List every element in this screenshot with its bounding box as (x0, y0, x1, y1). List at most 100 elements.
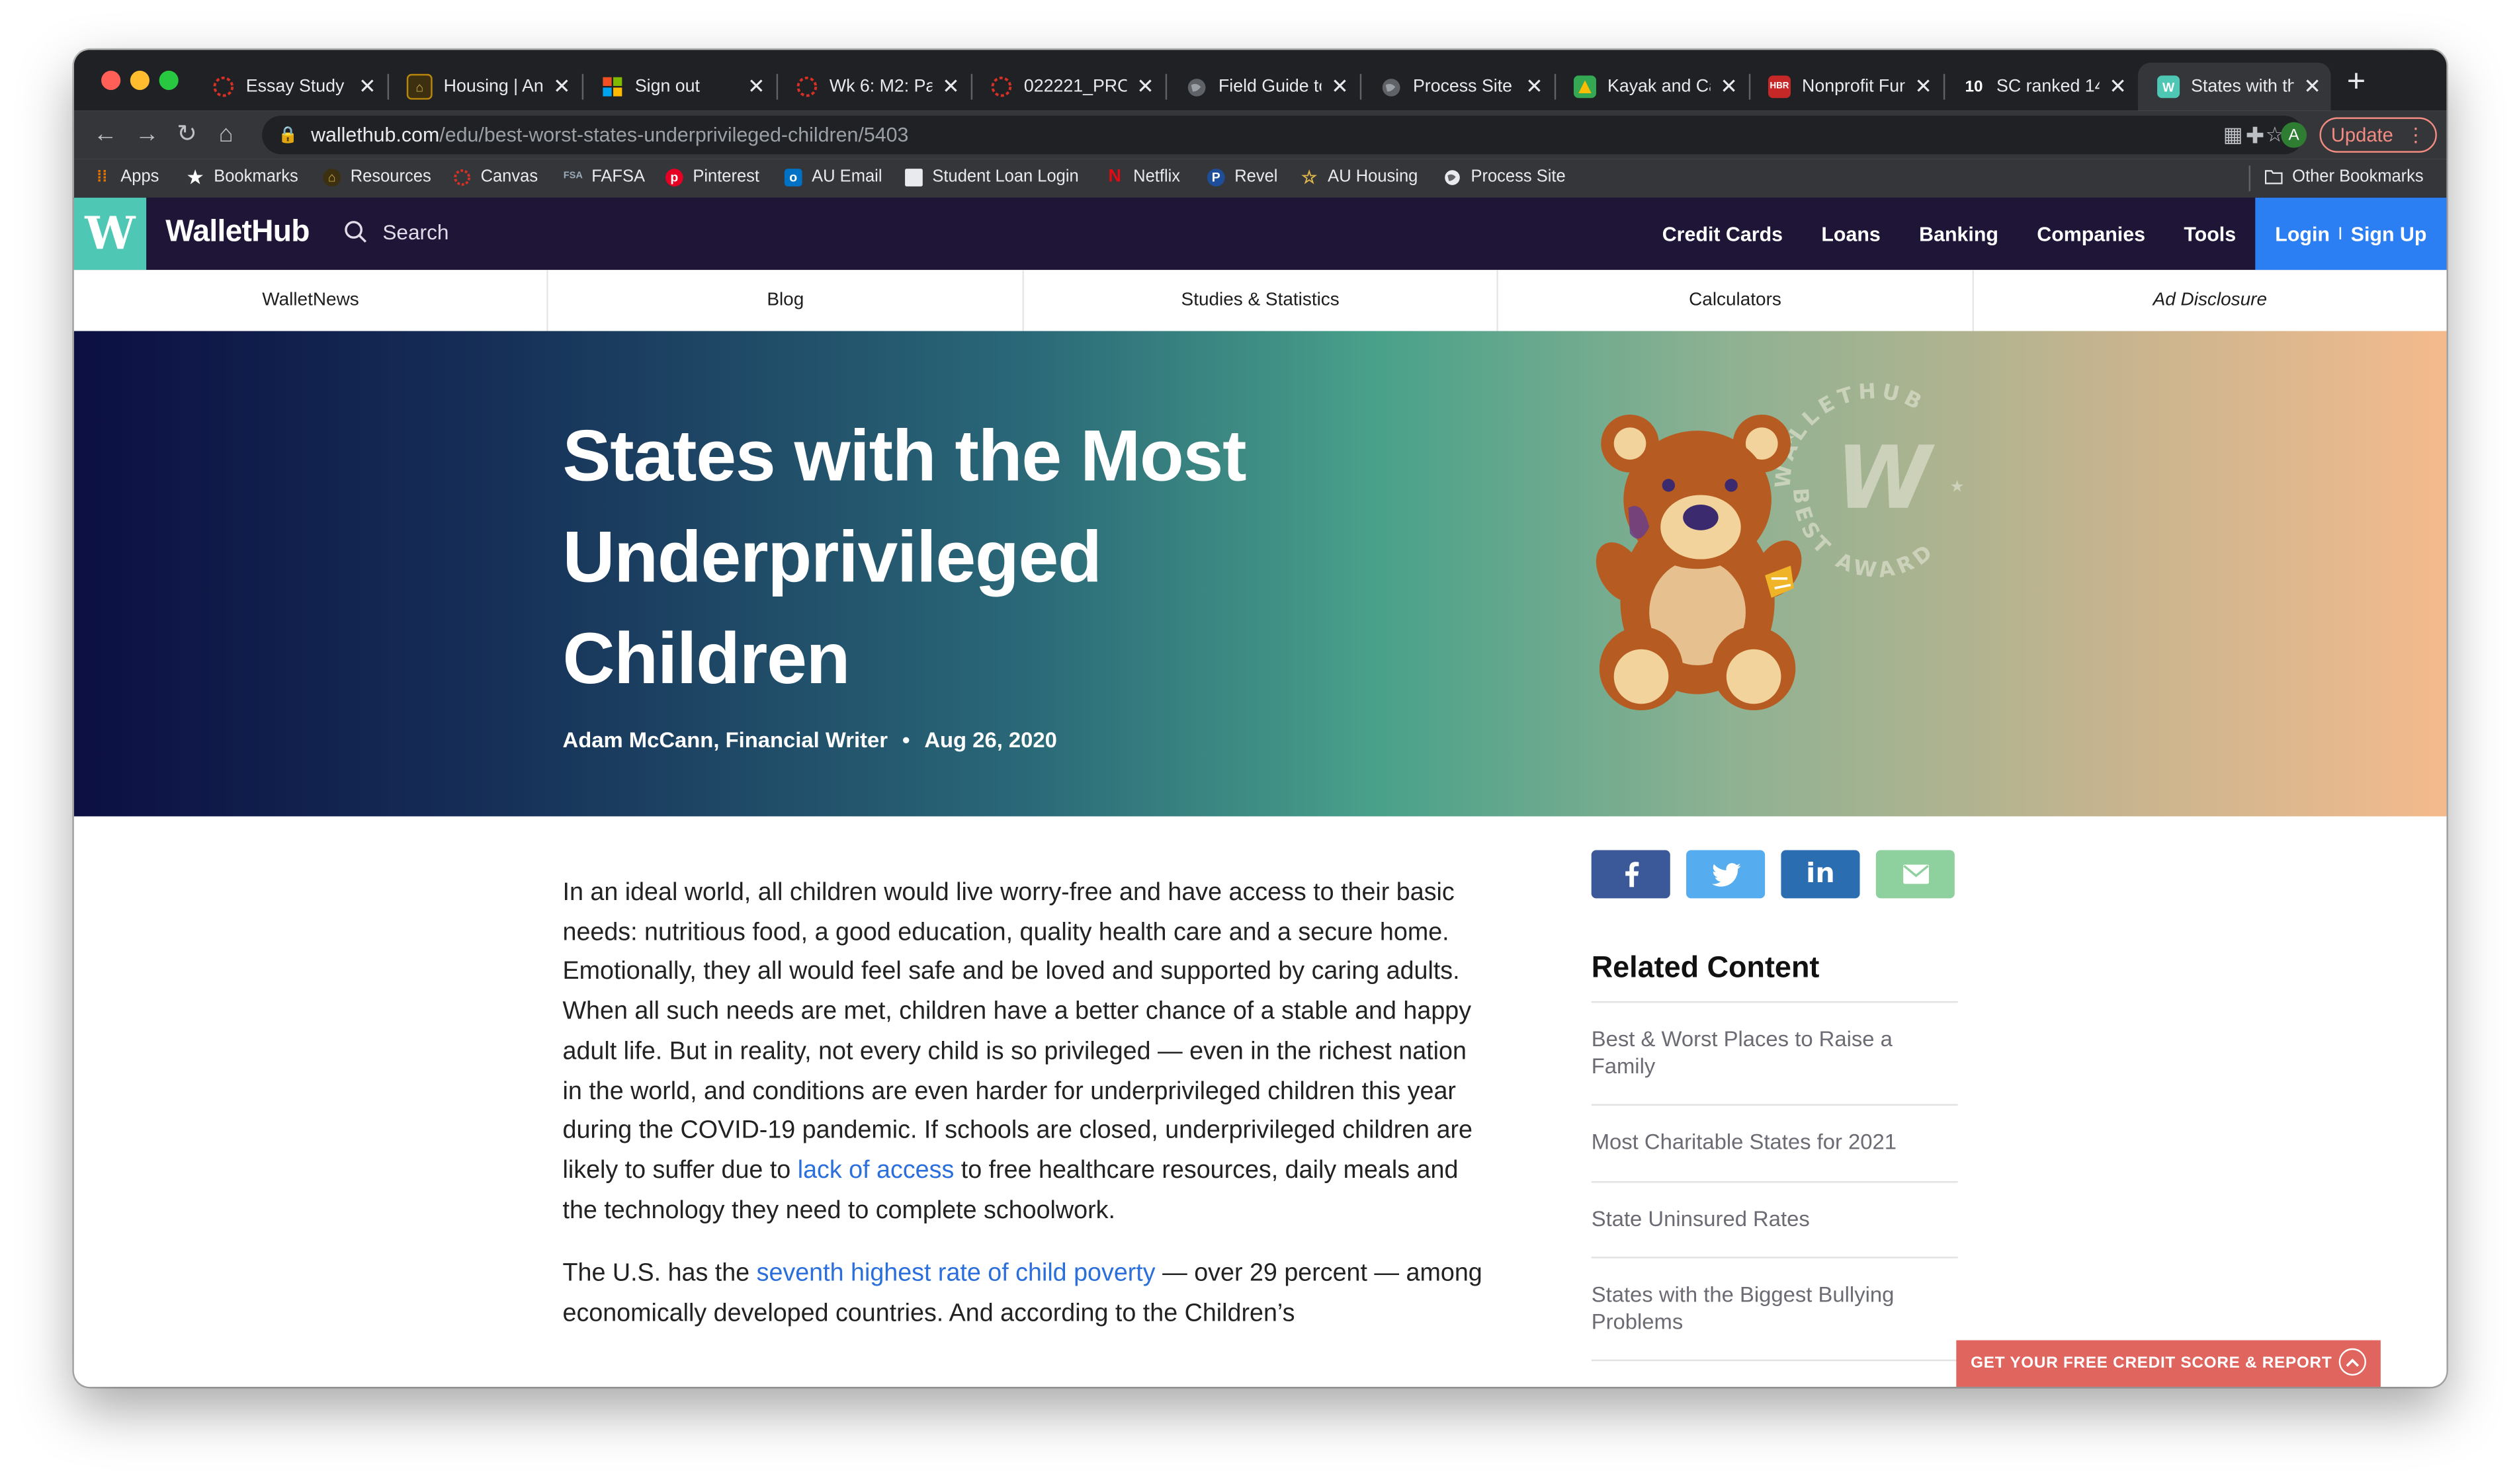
related-content-heading: Related Content (1591, 950, 1820, 984)
close-tab-icon[interactable]: ✕ (1914, 74, 1932, 100)
article-paragraph: In an ideal world, all children would li… (563, 874, 1492, 1231)
paragraph-text: In an ideal world, all children would li… (562, 879, 1473, 1184)
bookmark-apps[interactable]: ⁞⁞ Apps (93, 167, 159, 186)
new-tab-button[interactable]: + (2347, 64, 2366, 101)
close-tab-icon[interactable]: ✕ (359, 74, 376, 100)
nav-banking[interactable]: Banking (1919, 223, 1998, 245)
subnav-studies[interactable]: Studies & Statistics (1023, 270, 1499, 331)
tab-housing[interactable]: ⌂ Housing | Ande ✕ (388, 63, 581, 111)
housing-icon: ⌂ (323, 167, 341, 186)
bookmark-label: AU Email (812, 167, 882, 186)
tab-kayak[interactable]: Kayak and Car ✕ (1555, 63, 1748, 111)
related-item[interactable]: Most Charitable States for 2021 (1591, 1104, 1958, 1180)
close-tab-icon[interactable]: ✕ (747, 74, 765, 100)
profile-avatar[interactable]: A (2281, 122, 2307, 148)
close-tab-icon[interactable]: ✕ (1720, 74, 1738, 100)
close-tab-icon[interactable]: ✕ (2303, 74, 2321, 100)
subnav-ad-disclosure[interactable]: Ad Disclosure (1973, 270, 2446, 331)
author-name[interactable]: Adam McCann, Financial Writer (563, 728, 888, 752)
qr-code-icon[interactable]: ▦ (2223, 122, 2243, 148)
byline-separator: • (902, 727, 910, 753)
bookmark-other[interactable]: Other Bookmarks (2264, 167, 2424, 186)
close-tab-icon[interactable]: ✕ (553, 74, 571, 100)
facebook-share-button[interactable] (1591, 850, 1670, 899)
linkedin-share-button[interactable]: in (1781, 850, 1860, 899)
housing-icon: ⌂ (406, 73, 433, 100)
tab-022221[interactable]: 022221_PROD ✕ (971, 63, 1164, 111)
related-item[interactable]: Neediest Cities (1591, 1359, 1958, 1387)
related-item[interactable]: Best & Worst Places to Raise a Family (1591, 1001, 1958, 1104)
wallethub-logo-text[interactable]: WalletHub (165, 216, 310, 251)
related-content-list: Best & Worst Places to Raise a Family Mo… (1591, 1001, 1958, 1387)
tab-essay-study[interactable]: Essay Study G ✕ (193, 63, 386, 111)
search-input[interactable]: Search (382, 220, 448, 244)
bookmark-canvas[interactable]: Canvas (453, 167, 538, 186)
search-icon[interactable] (344, 220, 368, 244)
globe-icon (1443, 168, 1461, 186)
bookmark-resources[interactable]: ⌂ Resources (323, 167, 431, 186)
nav-credit-cards[interactable]: Credit Cards (1662, 223, 1783, 245)
extensions-puzzle-icon[interactable]: ✚ (2246, 122, 2265, 149)
address-bar[interactable]: 🔒 wallethub.com/edu/best-worst-states-un… (262, 115, 2304, 155)
bookmark-netflix[interactable]: N Netflix (1106, 167, 1181, 186)
map-icon (1573, 75, 1596, 99)
close-tab-icon[interactable]: ✕ (2109, 74, 2127, 100)
bookmark-au-housing[interactable]: ☆ AU Housing (1301, 167, 1418, 187)
hbr-icon: HBR (1768, 75, 1791, 99)
publish-date: Aug 26, 2020 (924, 727, 1057, 753)
bookmark-label: Other Bookmarks (2292, 167, 2424, 186)
subnav-calculators[interactable]: Calculators (1498, 270, 1974, 331)
bookmark-revel[interactable]: P Revel (1207, 167, 1278, 186)
bookmark-fafsa[interactable]: FSA FAFSA (564, 167, 645, 186)
microsoft-icon (601, 75, 624, 98)
tab-nonprofit[interactable]: HBR Nonprofit Fun ✕ (1749, 63, 1942, 111)
nav-loans[interactable]: Loans (1821, 223, 1880, 245)
bookmark-student-loan[interactable]: Student Loan Login (905, 167, 1079, 186)
bookmark-bookmarks[interactable]: ★ Bookmarks (187, 167, 298, 187)
tab-sign-out[interactable]: Sign out ✕ (582, 63, 775, 111)
tab-title: 022221_PROD (1023, 77, 1127, 97)
reload-icon[interactable]: ↻ (177, 120, 197, 149)
tab-sc-ranked[interactable]: 10 SC ranked 14th ✕ (1943, 63, 2137, 111)
update-button[interactable]: Update ⋮ (2319, 117, 2437, 153)
tab-states-active[interactable]: W States with the ✕ (2137, 62, 2331, 111)
zoom-window-button[interactable] (159, 70, 179, 91)
signup-link[interactable]: Sign Up (2351, 223, 2427, 245)
tab-title: Field Guide to (1218, 77, 1322, 97)
back-arrow-icon[interactable]: ← (93, 120, 117, 149)
nav-tools[interactable]: Tools (2184, 223, 2236, 245)
child-poverty-link[interactable]: seventh highest rate of child poverty (757, 1260, 1156, 1288)
close-tab-icon[interactable]: ✕ (1525, 74, 1543, 100)
subnav-walletnews[interactable]: WalletNews (74, 270, 549, 331)
nav-companies[interactable]: Companies (2037, 223, 2145, 245)
sub-nav: WalletNews Blog Studies & Statistics Cal… (73, 270, 2447, 333)
twitter-share-button[interactable] (1686, 850, 1766, 899)
bookmark-process-site[interactable]: Process Site (1443, 167, 1566, 186)
lack-of-access-link[interactable]: lack of access (798, 1157, 955, 1184)
login-link[interactable]: Login (2275, 223, 2330, 245)
wallethub-logo-icon[interactable]: W (73, 197, 147, 270)
close-window-button[interactable] (101, 70, 121, 91)
close-tab-icon[interactable]: ✕ (1136, 74, 1154, 100)
subnav-blog[interactable]: Blog (549, 270, 1024, 331)
free-credit-score-cta-button[interactable]: GET YOUR FREE CREDIT SCORE & REPORT (1956, 1340, 2381, 1387)
close-tab-icon[interactable]: ✕ (942, 74, 960, 100)
tab-process-site[interactable]: Process Site T ✕ (1360, 63, 1553, 111)
bookmark-pinterest[interactable]: p Pinterest (665, 167, 759, 186)
home-icon[interactable]: ⌂ (218, 120, 233, 149)
bookmark-au-email[interactable]: o AU Email (784, 167, 882, 186)
related-item[interactable]: State Uninsured Rates (1591, 1180, 1958, 1257)
tab-title: Wk 6: M2: Par (829, 77, 933, 97)
close-tab-icon[interactable]: ✕ (1331, 74, 1349, 100)
email-share-button[interactable] (1875, 850, 1955, 899)
related-item[interactable]: States with the Biggest Bullying Problem… (1591, 1257, 1958, 1360)
tab-title: Essay Study G (245, 77, 349, 97)
forward-arrow-icon[interactable]: → (135, 120, 159, 149)
minimize-window-button[interactable] (130, 70, 149, 91)
bookmarks-bar: ⁞⁞ Apps ★ Bookmarks ⌂ Resources Canvas FSA F… (73, 159, 2447, 200)
email-icon (1902, 864, 1928, 884)
tab-wk6[interactable]: Wk 6: M2: Par ✕ (777, 63, 970, 111)
lock-icon: 🔒 (278, 126, 298, 144)
login-signup-button[interactable]: Login I Sign Up (2255, 197, 2447, 270)
tab-field-guide[interactable]: Field Guide to ✕ (1166, 63, 1359, 111)
